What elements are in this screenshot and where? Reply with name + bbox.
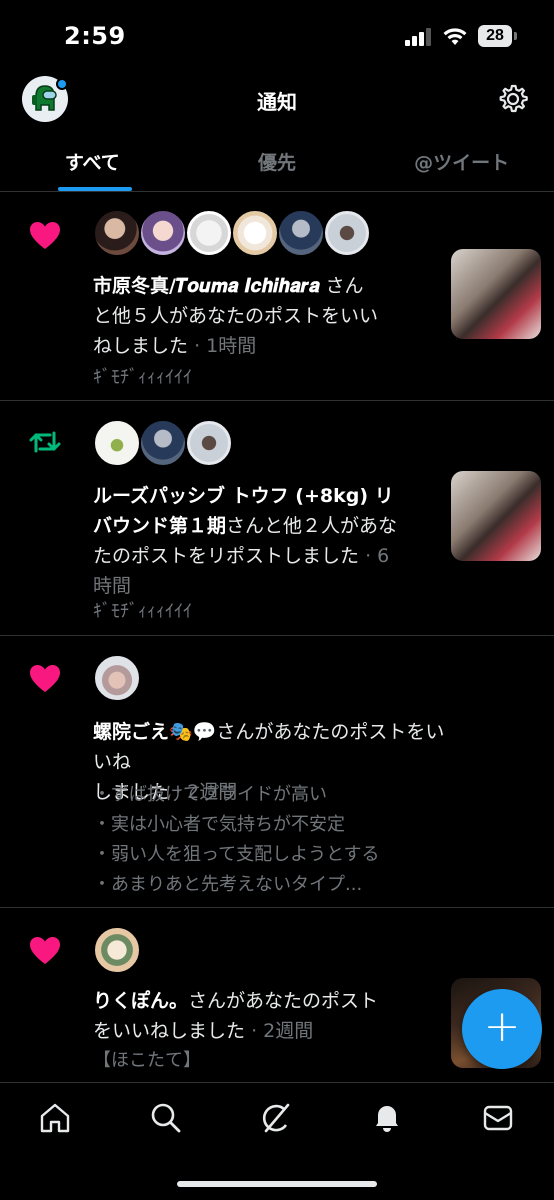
settings-gear-icon[interactable] xyxy=(497,83,529,115)
tab-priority[interactable]: 優先 xyxy=(185,130,370,191)
user-name[interactable]: 市原冬真/𝑻𝒐𝒖𝒎𝒂 𝑰𝒄𝒉𝒊𝒉𝒂𝒓𝒂 xyxy=(93,275,320,297)
notification-text: ルーズパッシブ トウフ (+8kg) リ バウンド第１期さんと他２人があな たの… xyxy=(93,481,433,601)
tab-all[interactable]: すべて xyxy=(0,130,185,191)
heart-icon xyxy=(30,222,60,249)
messages-icon[interactable] xyxy=(481,1101,515,1135)
post-preview: 【ほこたて】 xyxy=(93,1050,201,1071)
avatar[interactable] xyxy=(277,209,325,257)
avatar[interactable] xyxy=(185,209,233,257)
avatar[interactable] xyxy=(93,419,141,467)
plus-icon: + xyxy=(483,1001,521,1052)
avatar-stack xyxy=(93,654,141,702)
user-name[interactable]: りくぽん。 xyxy=(93,990,188,1012)
header: 通知 xyxy=(0,70,554,128)
status-bar: 2:59 28 xyxy=(0,0,554,70)
notification-text: 市原冬真/𝑻𝒐𝒖𝒎𝒂 𝑰𝒄𝒉𝒊𝒉𝒂𝒓𝒂 さん と他５人があなたのポストをいい ね… xyxy=(93,275,379,357)
avatar[interactable] xyxy=(185,419,233,467)
timestamp: · 1時間 xyxy=(194,335,257,357)
avatar[interactable] xyxy=(139,419,187,467)
avatar[interactable] xyxy=(231,209,279,257)
home-icon[interactable] xyxy=(38,1101,72,1135)
notification-item[interactable]: りくぽん。さんがあなたのポスト をいいねしました · 2週間 【ほこたて】 xyxy=(0,908,554,1082)
notification-tabs: すべて 優先 @ツイート xyxy=(0,130,554,192)
post-preview: ・ずば抜けてプライドが高い ・実は小心者で気持ちが不安定 ・弱い人を狙って支配し… xyxy=(93,784,380,895)
avatar[interactable] xyxy=(93,209,141,257)
cellular-signal-icon xyxy=(405,28,433,46)
avatar[interactable] xyxy=(323,209,371,257)
avatar-stack xyxy=(93,209,371,257)
wifi-icon xyxy=(443,28,467,45)
avatar-stack xyxy=(93,419,233,467)
post-thumbnail[interactable] xyxy=(451,471,541,561)
post-preview: ｷﾞﾓﾁﾞｨｨｨｲｲｲ xyxy=(93,601,192,622)
notifications-bell-icon[interactable] xyxy=(370,1101,404,1135)
user-name[interactable]: ルーズパッシブ トウフ (+8kg) リ xyxy=(93,481,433,511)
page-title: 通知 xyxy=(257,90,297,114)
search-icon[interactable] xyxy=(149,1101,183,1135)
battery-icon: 28 xyxy=(478,25,518,47)
grok-icon[interactable] xyxy=(259,1101,293,1135)
notification-item[interactable]: 市原冬真/𝑻𝒐𝒖𝒎𝒂 𝑰𝒄𝒉𝒊𝒉𝒂𝒓𝒂 さん と他５人があなたのポストをいい ね… xyxy=(0,193,554,401)
post-thumbnail[interactable] xyxy=(451,249,541,339)
notification-item[interactable]: ルーズパッシブ トウフ (+8kg) リ バウンド第１期さんと他２人があな たの… xyxy=(0,401,554,636)
repost-icon xyxy=(29,431,61,453)
compose-button[interactable]: + xyxy=(462,989,542,1069)
avatar-stack xyxy=(93,926,141,974)
heart-icon xyxy=(30,937,60,964)
notification-text: りくぽん。さんがあなたのポスト をいいねしました · 2週間 xyxy=(93,990,379,1042)
status-time: 2:59 xyxy=(64,22,126,50)
tab-mentions[interactable]: @ツイート xyxy=(369,130,554,191)
home-indicator xyxy=(177,1181,377,1187)
avatar[interactable] xyxy=(93,654,141,702)
timestamp: · 6 xyxy=(365,545,390,567)
avatar[interactable] xyxy=(139,209,187,257)
avatar[interactable] xyxy=(93,926,141,974)
active-tab-indicator xyxy=(58,187,132,191)
battery-level: 28 xyxy=(478,25,512,47)
user-name[interactable]: 螺院ごえ🎭💬 xyxy=(93,721,216,743)
post-preview: ｷﾞﾓﾁﾞｨｨｨｲｲｲ xyxy=(93,367,192,388)
notification-item[interactable]: 螺院ごえ🎭💬さんがあなたのポストをいいね しました · 2週間 ・ずば抜けてプラ… xyxy=(0,636,554,908)
timestamp: · 2週間 xyxy=(251,1020,314,1042)
heart-icon xyxy=(30,665,60,692)
